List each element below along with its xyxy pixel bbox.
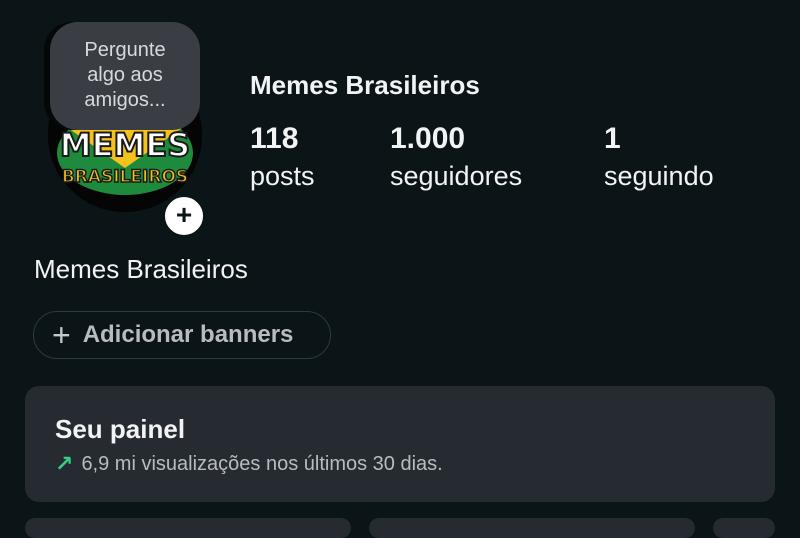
add-banners-button[interactable]: + Adicionar banners: [33, 311, 331, 359]
note-line-1: Pergunte: [84, 39, 166, 61]
dashboard-card[interactable]: Seu painel ↗ 6,9 mi visualizações nos úl…: [25, 386, 775, 502]
following-label: seguindo: [604, 161, 714, 191]
action-button-3[interactable]: [713, 518, 775, 538]
stat-posts[interactable]: 118 posts: [250, 122, 315, 196]
avatar-text-memes: MEMES: [60, 126, 190, 164]
plus-icon: +: [52, 317, 71, 353]
plus-icon: +: [175, 199, 193, 230]
posts-count: 118: [250, 122, 299, 155]
following-count: 1: [604, 122, 621, 155]
posts-label: posts: [250, 161, 315, 191]
trend-up-arrow-icon: ↗: [55, 451, 74, 476]
profile-action-buttons: [25, 518, 775, 538]
display-name: Memes Brasileiros: [34, 254, 248, 284]
profile-stats: 118 posts 1.000 seguidores 1 seguindo: [250, 122, 770, 202]
dashboard-title: Seu painel: [55, 414, 186, 444]
dashboard-subtitle: 6,9 mi visualizações nos últimos 30 dias…: [81, 452, 443, 475]
stat-following[interactable]: 1 seguindo: [604, 122, 714, 196]
add-banners-label: Adicionar banners: [82, 321, 294, 348]
note-line-2: algo aos: [87, 64, 163, 86]
avatar-text-brasileiros: BRASILEIROS: [62, 167, 188, 187]
action-button-2[interactable]: [369, 518, 695, 538]
profile-username: Memes Brasileiros: [250, 70, 480, 100]
stat-followers[interactable]: 1.000 seguidores: [390, 122, 522, 196]
dashboard-subtitle-row: ↗ 6,9 mi visualizações nos últimos 30 di…: [55, 451, 745, 477]
note-line-3: amigos...: [84, 89, 166, 111]
add-story-button[interactable]: +: [162, 194, 206, 238]
profile-avatar-area: MEMES BRASILEIROS Pergunte algo aos amig…: [44, 18, 208, 238]
followers-label: seguidores: [390, 161, 523, 191]
note-bubble[interactable]: Pergunte algo aos amigos...: [50, 22, 200, 130]
action-button-1[interactable]: [25, 518, 351, 538]
followers-count: 1.000: [390, 122, 466, 155]
